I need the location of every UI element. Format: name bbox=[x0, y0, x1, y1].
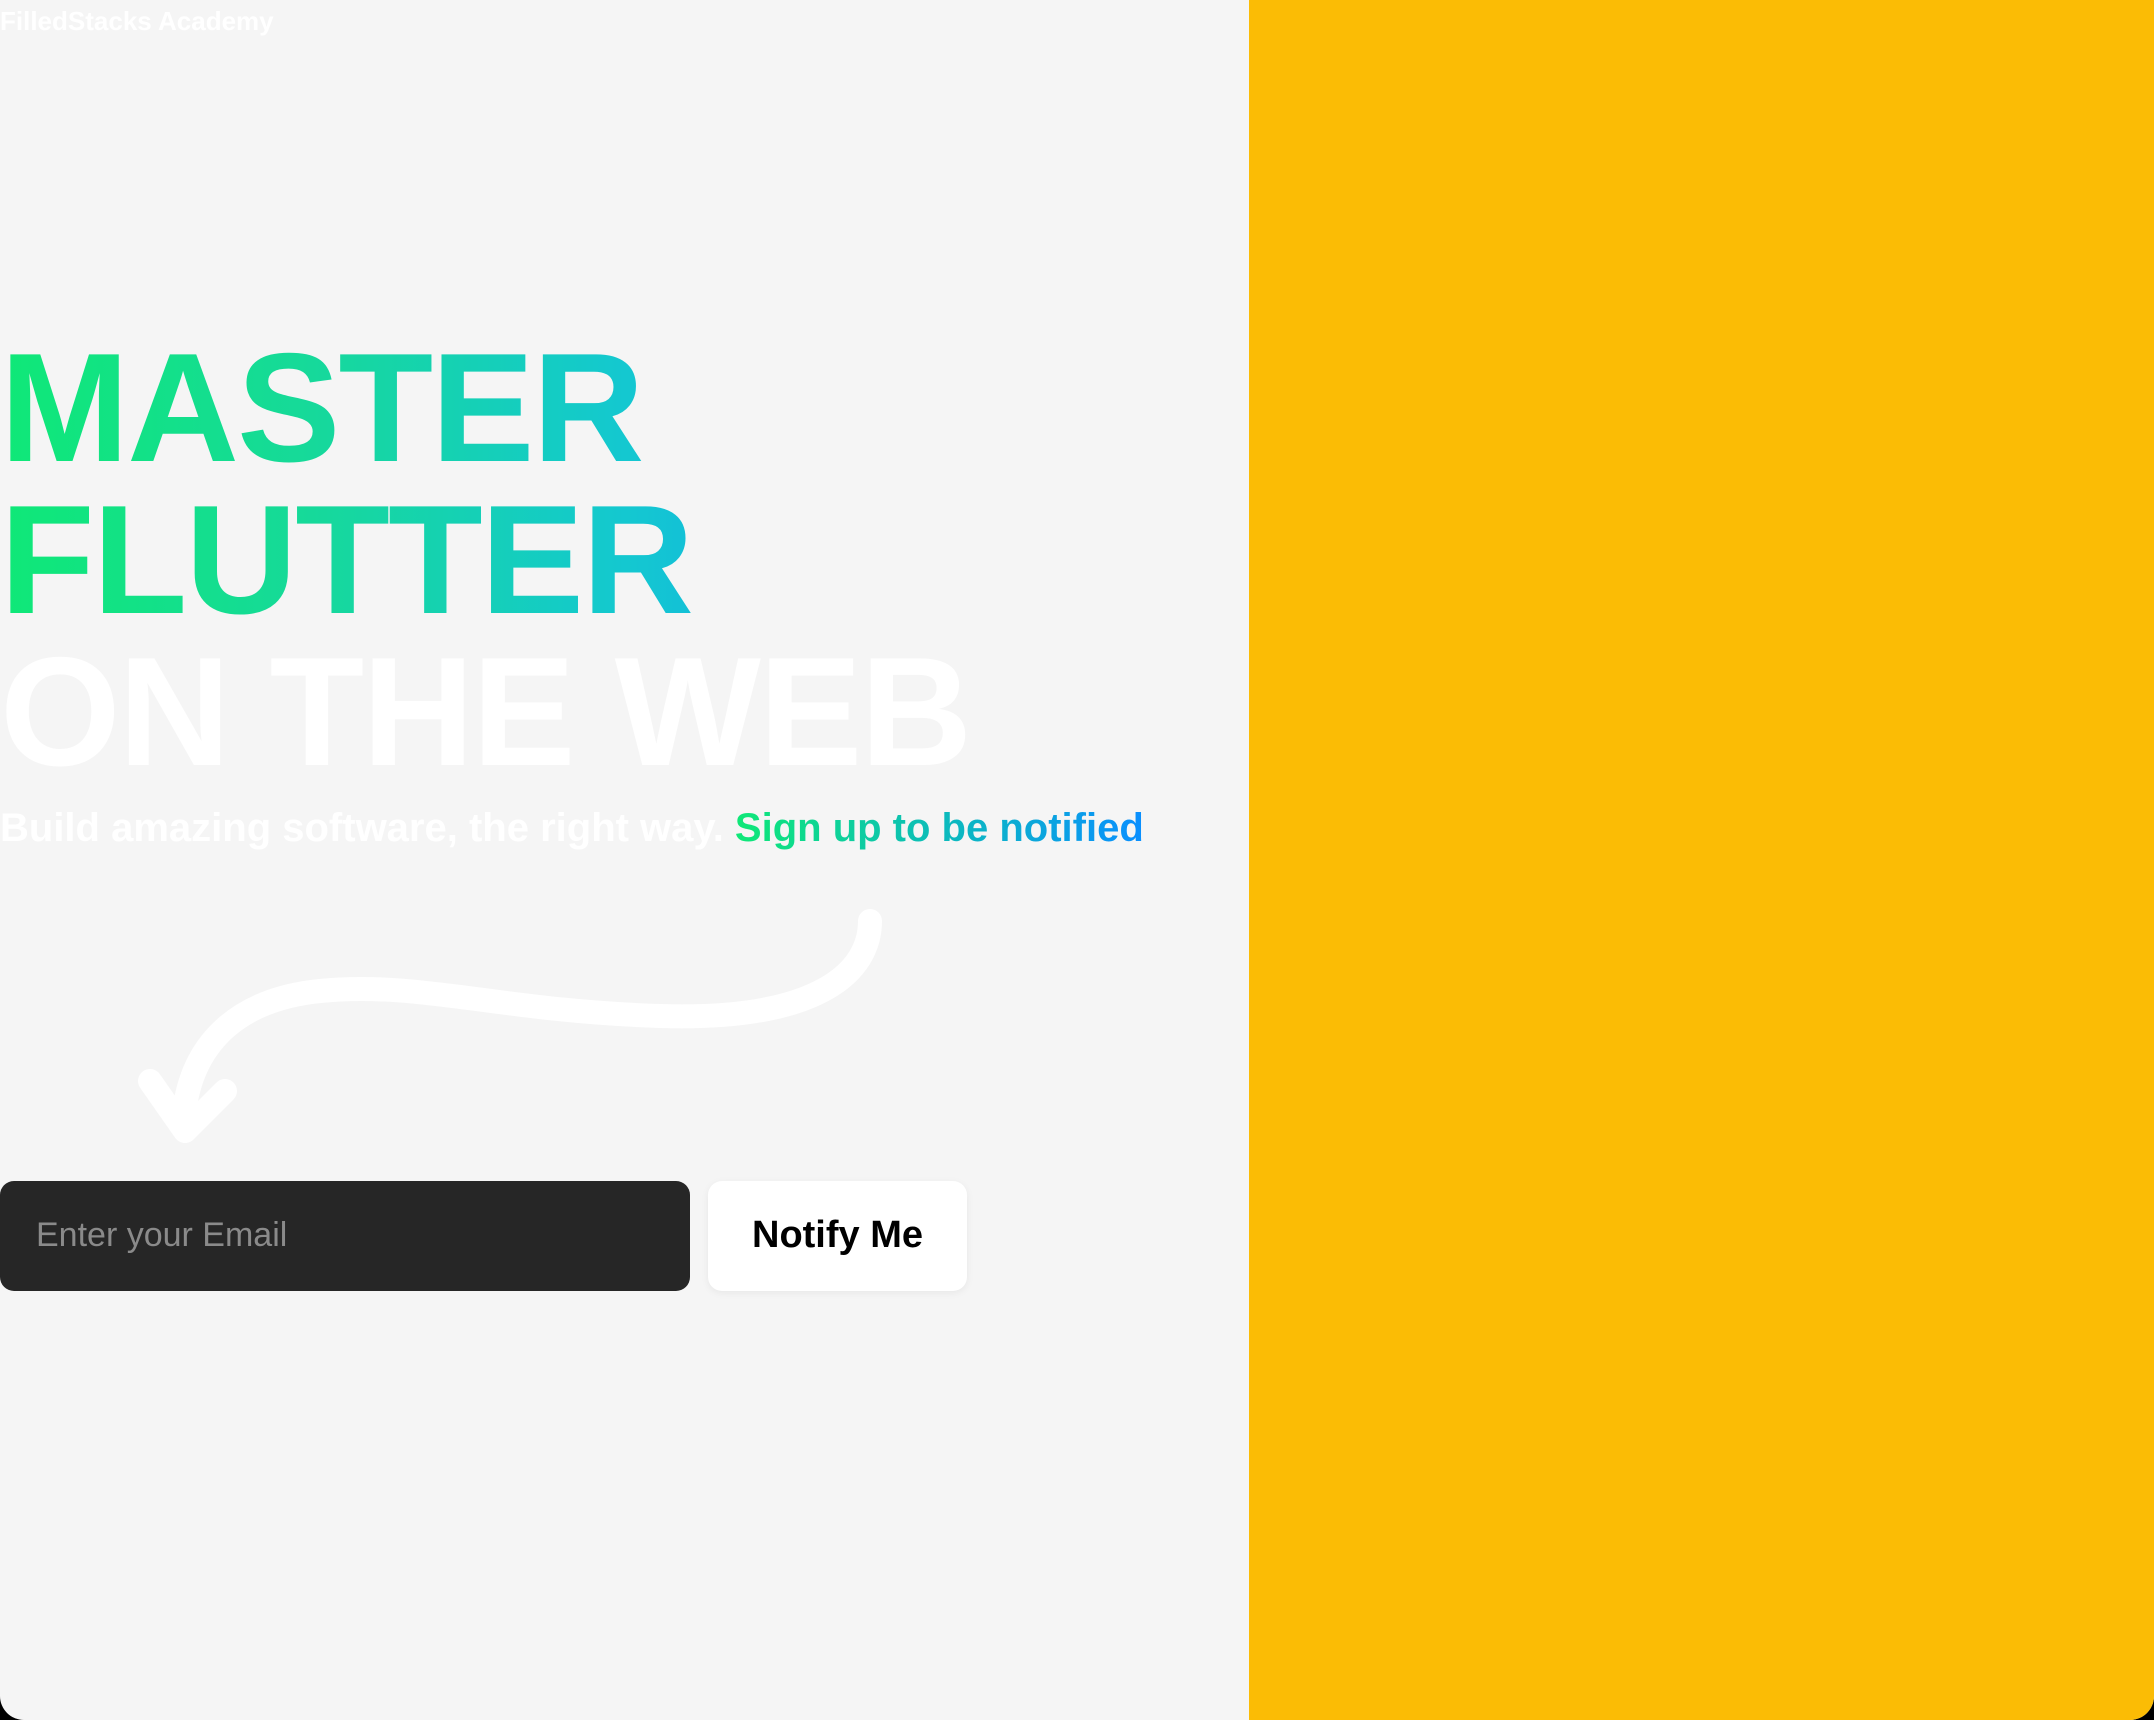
hero-section: MASTER FLUTTER ON THE WEB Build amazing … bbox=[0, 332, 1249, 1291]
hero-line-1: MASTER bbox=[0, 332, 1249, 484]
left-panel: FilledStacks Academy MASTER FLUTTER ON T… bbox=[0, 0, 1249, 1720]
hero-line-3: ON THE WEB bbox=[0, 636, 1249, 788]
subtitle-part-1: Build amazing software, the right way. bbox=[0, 806, 735, 850]
subtitle: Build amazing software, the right way. S… bbox=[0, 806, 1249, 851]
signup-form: Notify Me bbox=[0, 1181, 1249, 1291]
notify-button[interactable]: Notify Me bbox=[708, 1181, 967, 1291]
subtitle-part-2: Sign up to be notified bbox=[735, 806, 1144, 850]
right-panel bbox=[1249, 0, 2154, 1720]
hero-line-2: FLUTTER bbox=[0, 484, 1249, 636]
email-input[interactable] bbox=[0, 1181, 690, 1291]
curved-arrow-icon bbox=[0, 891, 900, 1171]
arrow-decoration bbox=[0, 891, 900, 1171]
brand-title: FilledStacks Academy bbox=[0, 0, 1249, 37]
hero-title: MASTER FLUTTER ON THE WEB bbox=[0, 332, 1249, 788]
page-container: FilledStacks Academy MASTER FLUTTER ON T… bbox=[0, 0, 2154, 1720]
